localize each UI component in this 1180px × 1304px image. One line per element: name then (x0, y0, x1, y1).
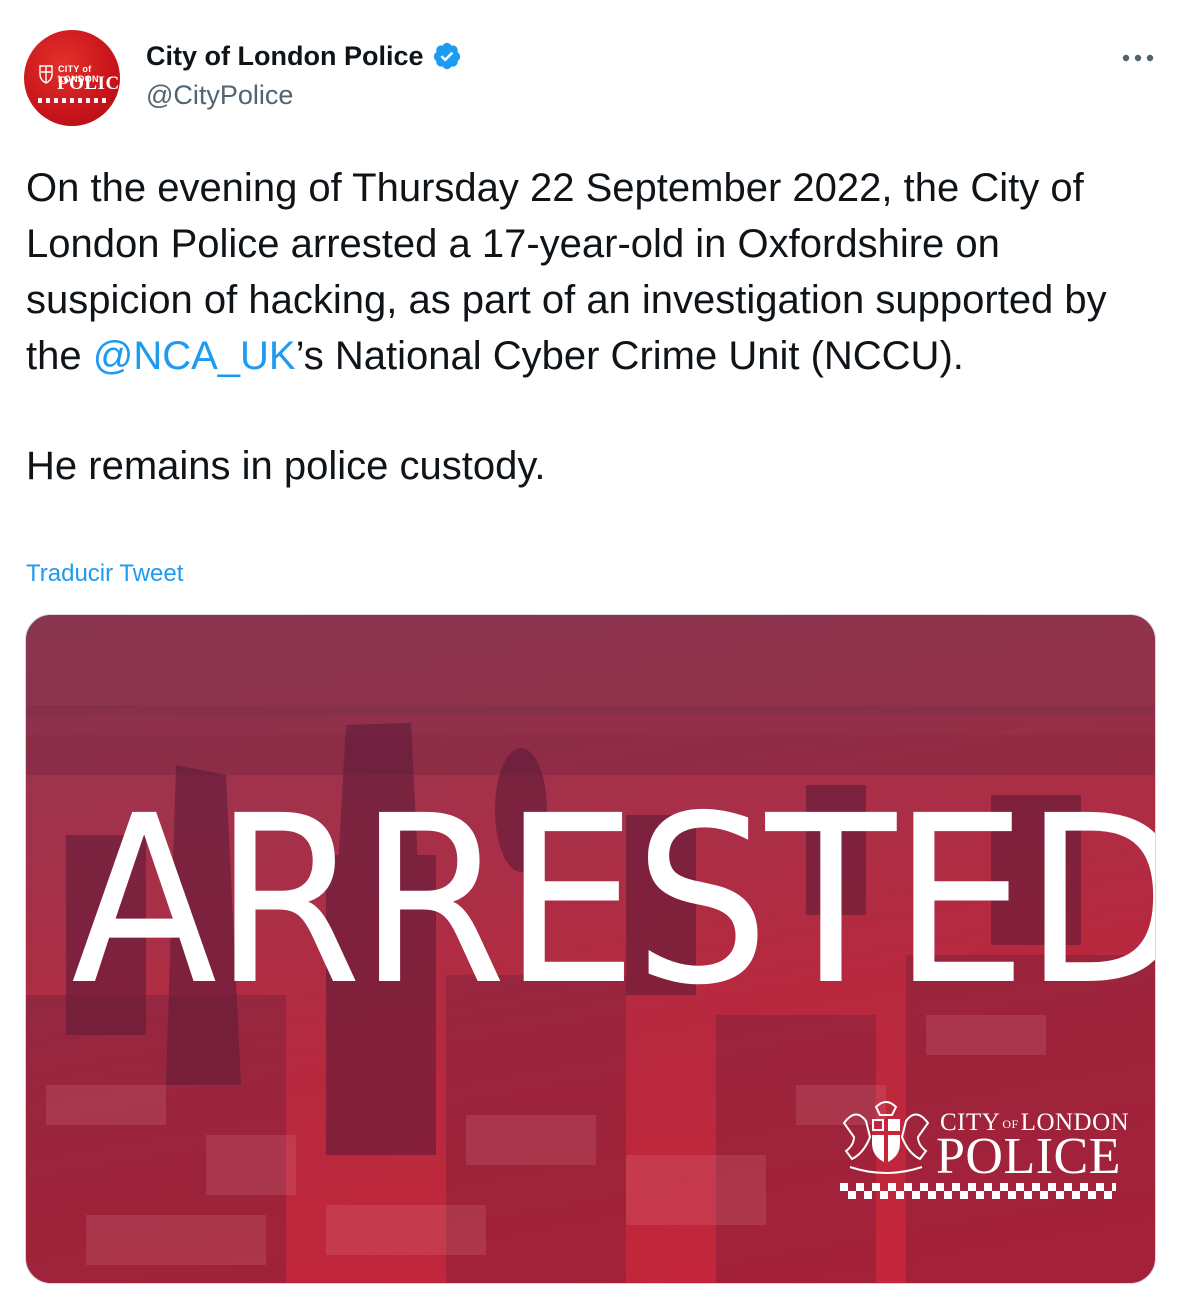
author-display-name[interactable]: City of London Police (146, 41, 424, 72)
author-name-row: City of London Police (146, 38, 462, 74)
logo-main-text: POLICE (936, 1128, 1121, 1185)
tweet-text: On the evening of Thursday 22 September … (26, 160, 1136, 494)
tweet-text-part-2: ’s National Cyber Crime Unit (NCCU). (295, 334, 964, 378)
translate-tweet-link[interactable]: Traducir Tweet (26, 560, 183, 588)
tweet-paragraph-1: On the evening of Thursday 22 September … (26, 160, 1136, 384)
verified-badge-icon (433, 42, 460, 70)
author-avatar[interactable]: CITY of LONDON POLICE (24, 30, 120, 126)
mention-link[interactable]: @NCA_UK (93, 334, 296, 378)
avatar-checkerboard (38, 98, 106, 103)
arrested-headline: ARRESTED (71, 766, 1156, 1036)
crest-icon (39, 65, 53, 84)
coat-of-arms-icon (842, 1101, 930, 1174)
tweet-paragraph-2: He remains in police custody. (26, 444, 546, 488)
avatar-main-text: POLICE (57, 73, 120, 94)
more-options-button[interactable] (1118, 38, 1158, 78)
more-horizontal-icon (1122, 54, 1154, 62)
tweet-media-image[interactable]: ARRESTED CITY OFLONDON POLICE (25, 614, 1156, 1284)
logo-checkerboard (840, 1183, 1116, 1199)
tweet: CITY of LONDON POLICE City of London Pol… (0, 0, 1180, 1304)
author-handle[interactable]: @CityPolice (146, 80, 293, 111)
city-of-london-police-logo: CITY OFLONDON POLICE (832, 1097, 1129, 1207)
